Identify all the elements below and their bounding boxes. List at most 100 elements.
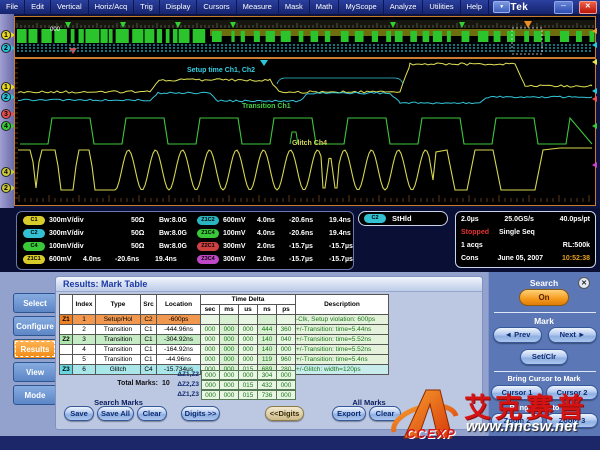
acquisition-mode: Single Seq [499, 226, 535, 239]
type-cell: Glitch [96, 365, 141, 375]
menu-item-horiz-acq[interactable]: Horiz/Acq [89, 0, 135, 14]
delta-cell: 119 [258, 355, 277, 365]
delta-cell: 040 [277, 335, 296, 345]
channel-badge-3-4[interactable]: 3 [1, 109, 11, 119]
menu-item-vertical[interactable]: Vertical [51, 0, 89, 14]
readout-value: Bw:8.0G [159, 217, 199, 224]
panel-close-button[interactable]: ✕ [578, 277, 590, 289]
bottom-strip [0, 436, 600, 450]
menu-item-analyze[interactable]: Analyze [384, 0, 424, 14]
save-button[interactable]: Save [64, 406, 94, 421]
readout-value: 100mV [223, 230, 253, 237]
mark-table[interactable]: IndexTypeSrcLocationTime DeltaDescriptio… [59, 294, 389, 375]
save-all-button[interactable]: Save All [97, 406, 134, 421]
zone-delta-row: ΔZ2,Z3000000015432000 [169, 380, 296, 390]
cursor1-button[interactable]: Cursor 1 [491, 385, 543, 400]
sidebar-item-configure[interactable]: Configure [13, 316, 57, 336]
readout-value: 600mV [223, 217, 253, 224]
mark-row-4[interactable]: 4TransitionC1-164.92ns000000000140000+/-… [60, 345, 389, 355]
sidebar-item-mode[interactable]: Mode [13, 385, 57, 405]
mark-row-1[interactable]: Z11Setup/HolC2-600ps-Clk, Setup violatio… [60, 315, 389, 325]
digits-more-button[interactable]: Digits >> [181, 406, 220, 421]
clear-all-marks-button[interactable]: Clear [369, 406, 401, 421]
readout-z1c1[interactable]: Z1C1600mV4.0ns-20.6ns19.4ns [23, 253, 199, 266]
channel-badge-4-6[interactable]: 4 [1, 167, 11, 177]
close-button[interactable]: ✕ [579, 1, 597, 14]
clear-search-marks-button[interactable]: Clear [137, 406, 167, 421]
readout-z3c4[interactable]: Z3C4300mV2.0ns-15.7µs-15.7µs [197, 253, 359, 266]
menu-item-mask[interactable]: Mask [279, 0, 310, 14]
description-cell: +/-Transition: time=5.52ns [296, 345, 389, 355]
menu-item-utilities[interactable]: Utilities [423, 0, 460, 14]
menu-item-file[interactable]: File [0, 0, 25, 14]
menu-item-measure[interactable]: Measure [237, 0, 279, 14]
delta-cell [220, 315, 239, 325]
annotation-transition: Transition Ch1 [242, 103, 291, 110]
readout-z2c1[interactable]: Z2C1300mV2.0ns-15.7µs-15.7µs [197, 240, 359, 253]
mark-label: Mark [488, 316, 600, 326]
mark-table-dialog: Results: Mark Table IndexTypeSrcLocation… [55, 276, 483, 430]
sidebar-item-select[interactable]: Select [13, 293, 57, 313]
menu-item-math[interactable]: Math [310, 0, 340, 14]
type-cell: Transition [96, 325, 141, 335]
location-cell: -164.92ns [157, 345, 201, 355]
readout-value: 4.0ns [83, 256, 111, 263]
readout-value: -20.6ns [289, 230, 325, 237]
mark-row-2[interactable]: 2TransitionC1-444.96ns000000000444360+/-… [60, 325, 389, 335]
zone-cell [60, 355, 73, 365]
readout-value: 300mV [223, 256, 253, 263]
readout-c2[interactable]: C2300mV/div50ΩBw:8.0G [23, 227, 199, 240]
zone-delta-row: ΔZ1,Z2000000000304000 [169, 370, 296, 380]
readout-z1c4[interactable]: Z1C4100mV4.0ns-20.6ns19.4ns [197, 227, 359, 240]
description-cell: +/-Transition: time=5.4ns [296, 355, 389, 365]
readout-badge: Z1C4 [197, 229, 219, 238]
mark-row-3[interactable]: Z23TransitionC1-304.92ns000000000140040+… [60, 335, 389, 345]
channel-badge-2-1[interactable]: 2 [1, 43, 11, 53]
menu-overflow-button[interactable]: ▼ [493, 1, 510, 13]
channel-readouts: C1300mV/div50ΩBw:8.0GC2300mV/div50ΩBw:8.… [16, 211, 354, 270]
annotation-glitch: Glitch Ch4 [292, 140, 327, 147]
delta-cell: 360 [277, 325, 296, 335]
channel-badge-4-5[interactable]: 4 [1, 121, 11, 131]
menu-item-myscope[interactable]: MyScope [339, 0, 383, 14]
zone-cell [60, 325, 73, 335]
channel-badge-2-3[interactable]: 2 [1, 92, 11, 102]
readout-c1[interactable]: C1300mV/div50ΩBw:8.0G [23, 214, 199, 227]
search-on-button[interactable]: On [519, 289, 569, 306]
menu-item-edit[interactable]: Edit [25, 0, 51, 14]
readout-z1c2[interactable]: Z1C2600mV4.0ns-20.6ns19.4ns [197, 214, 359, 227]
readout-c4[interactable]: C4100mV/div50ΩBw:8.0G [23, 240, 199, 253]
next-mark-button[interactable]: Next ► [548, 327, 597, 343]
readout-badge: C4 [23, 242, 45, 251]
channel-badge-1-0[interactable]: 1 [1, 30, 11, 40]
readout-value: Bw:8.0G [159, 230, 199, 237]
trigger-source-badge: C2 [364, 214, 386, 223]
digits-less-button[interactable]: <<Digits [265, 406, 304, 421]
minimize-button[interactable]: ─ [554, 1, 572, 14]
channel-badge-1-2[interactable]: 1 [1, 82, 11, 92]
channel-rail: 12123442 [0, 14, 14, 208]
description-cell: -Clk, Setup violation: 600ps [296, 315, 389, 325]
menu-item-help[interactable]: Help [461, 0, 489, 14]
set-clear-mark-button[interactable]: Set/Clr [520, 349, 568, 365]
src-cell: C1 [141, 335, 157, 345]
delta-cell: 000 [220, 355, 239, 365]
trigger-readout[interactable]: C2 StHld [358, 211, 448, 226]
zoom3-button[interactable]: Zoom 3 [546, 413, 598, 428]
menu-item-cursors[interactable]: Cursors [197, 0, 236, 14]
readout-badge: Z3C4 [197, 255, 219, 264]
zoom2-button[interactable]: Zoom 2 [491, 413, 543, 428]
menu-item-display[interactable]: Display [160, 0, 198, 14]
mark-row-5[interactable]: 5TransitionC1-44.96ns000000000119960+/-T… [60, 355, 389, 365]
prev-mark-button[interactable]: ◄ Prev [493, 327, 542, 343]
delta-cell [258, 315, 277, 325]
location-cell: -444.96ns [157, 325, 201, 335]
tek-logo: Tek [510, 2, 528, 13]
sidebar-item-view[interactable]: View [13, 362, 57, 382]
sidebar-item-results[interactable]: Results [13, 339, 57, 359]
menu-item-trig[interactable]: Trig [134, 0, 160, 14]
channel-badge-2-7[interactable]: 2 [1, 183, 11, 193]
location-cell: -44.96ns [157, 355, 201, 365]
cursor2-button[interactable]: Cursor 2 [546, 385, 598, 400]
export-button[interactable]: Export [332, 406, 366, 421]
